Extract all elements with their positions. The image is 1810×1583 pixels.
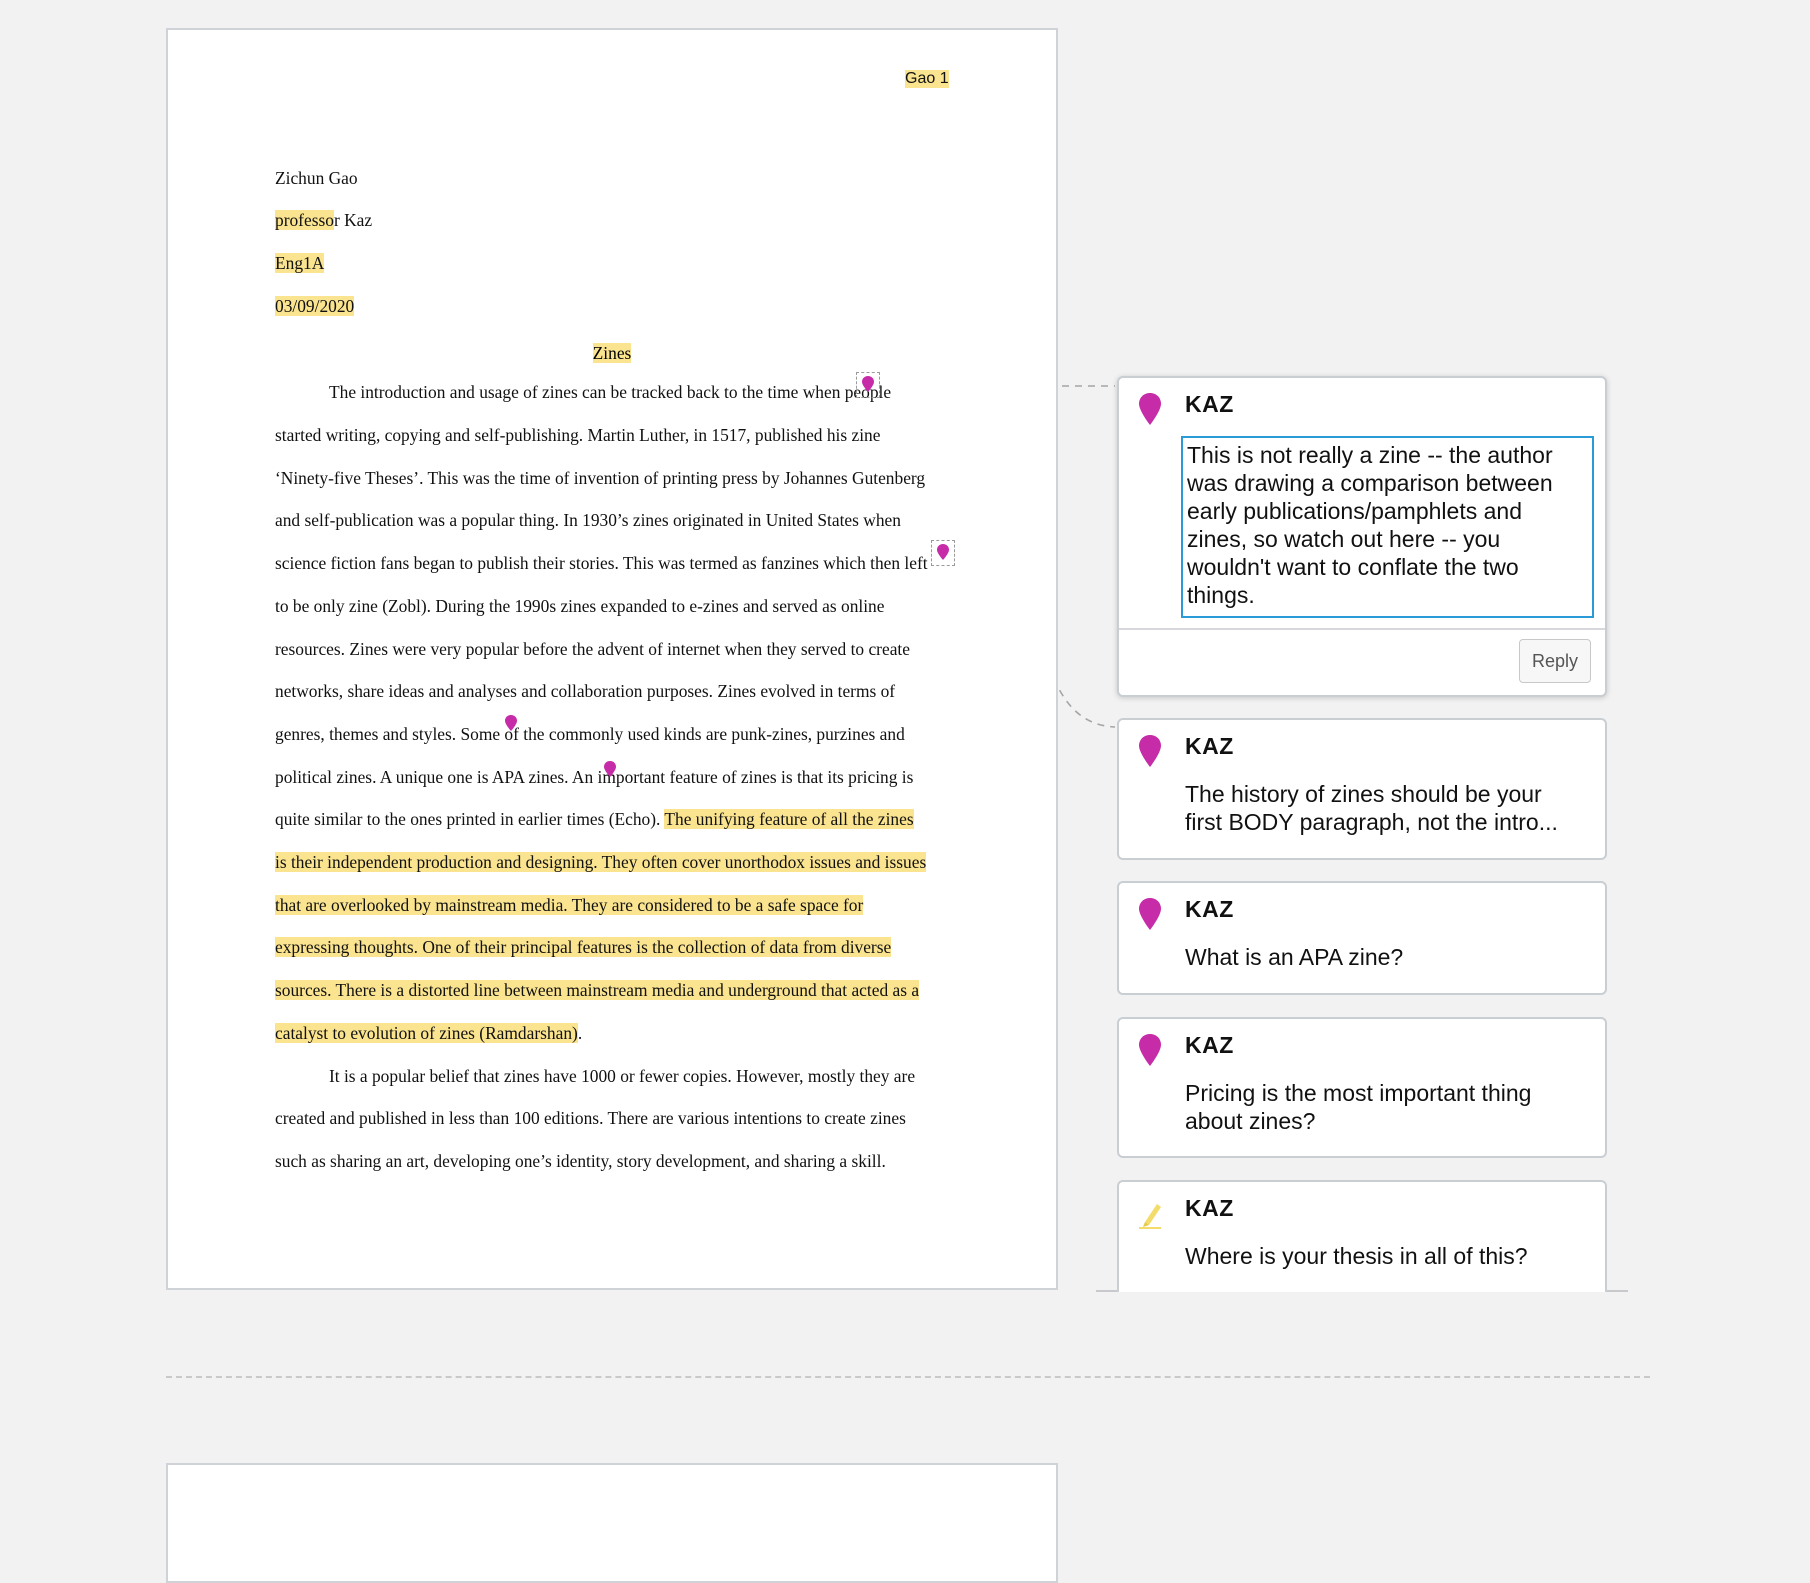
- page-divider: [166, 1376, 1650, 1378]
- date-line: 03/09/2020: [275, 294, 355, 318]
- date-text: 03/09/2020: [275, 296, 355, 316]
- paragraph1-line: networks, share ideas and analyses and c…: [275, 681, 896, 701]
- essay-title-text: Zines: [592, 343, 632, 363]
- paragraph1-line: resources. Zines were very popular befor…: [275, 639, 910, 659]
- comment-card[interactable]: KAZ This is not really a zine -- the aut…: [1117, 376, 1607, 697]
- comment-text: What is an APA zine?: [1185, 944, 1404, 970]
- comment-text: The history of zines should be your firs…: [1185, 781, 1558, 835]
- comment-author: KAZ: [1185, 733, 1234, 759]
- paragraph1-line: political zines. A unique one is APA zin…: [275, 767, 914, 787]
- highlighted-text: The unifying feature of all the zines: [664, 809, 914, 829]
- paragraph1-line: started writing, copying and self-publis…: [275, 425, 881, 445]
- comment-author: KAZ: [1185, 896, 1234, 922]
- comment-pin-icon: [1139, 735, 1161, 767]
- course-line: Eng1A: [275, 251, 325, 275]
- course-text: Eng1A: [275, 253, 325, 273]
- annotation-pin-icon[interactable]: [603, 760, 617, 778]
- author-name: Zichun Gao: [275, 168, 358, 188]
- annotation-pin-icon[interactable]: [936, 543, 950, 561]
- card-divider: [1119, 628, 1605, 630]
- comment-text: Pricing is the most important thing abou…: [1185, 1080, 1532, 1134]
- comment-card[interactable]: KAZ The history of zines should be your …: [1117, 718, 1607, 860]
- page-number-header: Gao 1: [905, 70, 949, 88]
- comment-pin-icon: [1139, 1034, 1161, 1066]
- document-page-1[interactable]: Gao 1 Zichun Gao professor Kaz Eng1A 03/…: [166, 28, 1058, 1290]
- annotation-pin-icon[interactable]: [861, 375, 875, 393]
- comment-card[interactable]: KAZ What is an APA zine?: [1117, 881, 1607, 995]
- highlighter-icon: [1139, 1204, 1161, 1229]
- highlighted-line: catalyst to evolution of zines (Ramdarsh…: [275, 1023, 583, 1043]
- comment-card[interactable]: KAZ Where is your thesis in all of this?: [1117, 1180, 1607, 1292]
- document-page-2[interactable]: [166, 1463, 1058, 1583]
- paragraph2-line: created and published in less than 100 e…: [275, 1108, 906, 1128]
- comment-author: KAZ: [1185, 1195, 1234, 1221]
- professor-line: professor Kaz: [275, 210, 373, 230]
- reply-button[interactable]: Reply: [1519, 639, 1591, 683]
- paragraph2-line: It is a popular belief that zines have 1…: [329, 1066, 916, 1086]
- paragraph2-line: such as sharing an art, developing one’s…: [275, 1151, 886, 1171]
- highlighted-line: that are overlooked by mainstream media.…: [275, 895, 864, 915]
- comment-card[interactable]: KAZ Pricing is the most important thing …: [1117, 1017, 1607, 1158]
- highlighted-line: sources. There is a distorted line betwe…: [275, 980, 920, 1000]
- comment-text: Where is your thesis in all of this?: [1185, 1243, 1528, 1269]
- paragraph1-line: to be only zine (Zobl). During the 1990s…: [275, 596, 885, 616]
- paragraph1-line: science fiction fans began to publish th…: [275, 553, 928, 573]
- paragraph1-line: and self-publication was a popular thing…: [275, 510, 901, 530]
- professor-highlight: professo: [275, 210, 334, 230]
- comment-author: KAZ: [1185, 1032, 1234, 1058]
- highlighted-line: is their independent production and desi…: [275, 852, 927, 872]
- paragraph1-line: The introduction and usage of zines can …: [329, 382, 892, 402]
- annotation-pin-icon[interactable]: [504, 714, 518, 732]
- comment-edit-field[interactable]: This is not really a zine -- the author …: [1181, 436, 1594, 618]
- comment-pin-icon: [1139, 393, 1161, 425]
- paragraph1-line: genres, themes and styles. Some of the c…: [275, 724, 905, 744]
- comment-author: KAZ: [1185, 391, 1234, 417]
- paragraph1-line: quite similar to the ones printed in ear…: [275, 809, 914, 829]
- essay-title: Zines: [168, 343, 1056, 364]
- highlighted-line: expressing thoughts. One of their princi…: [275, 937, 892, 957]
- comment-pin-icon: [1139, 898, 1161, 930]
- paragraph1-line: ‘Ninety-five Theses’. This was the time …: [275, 468, 926, 488]
